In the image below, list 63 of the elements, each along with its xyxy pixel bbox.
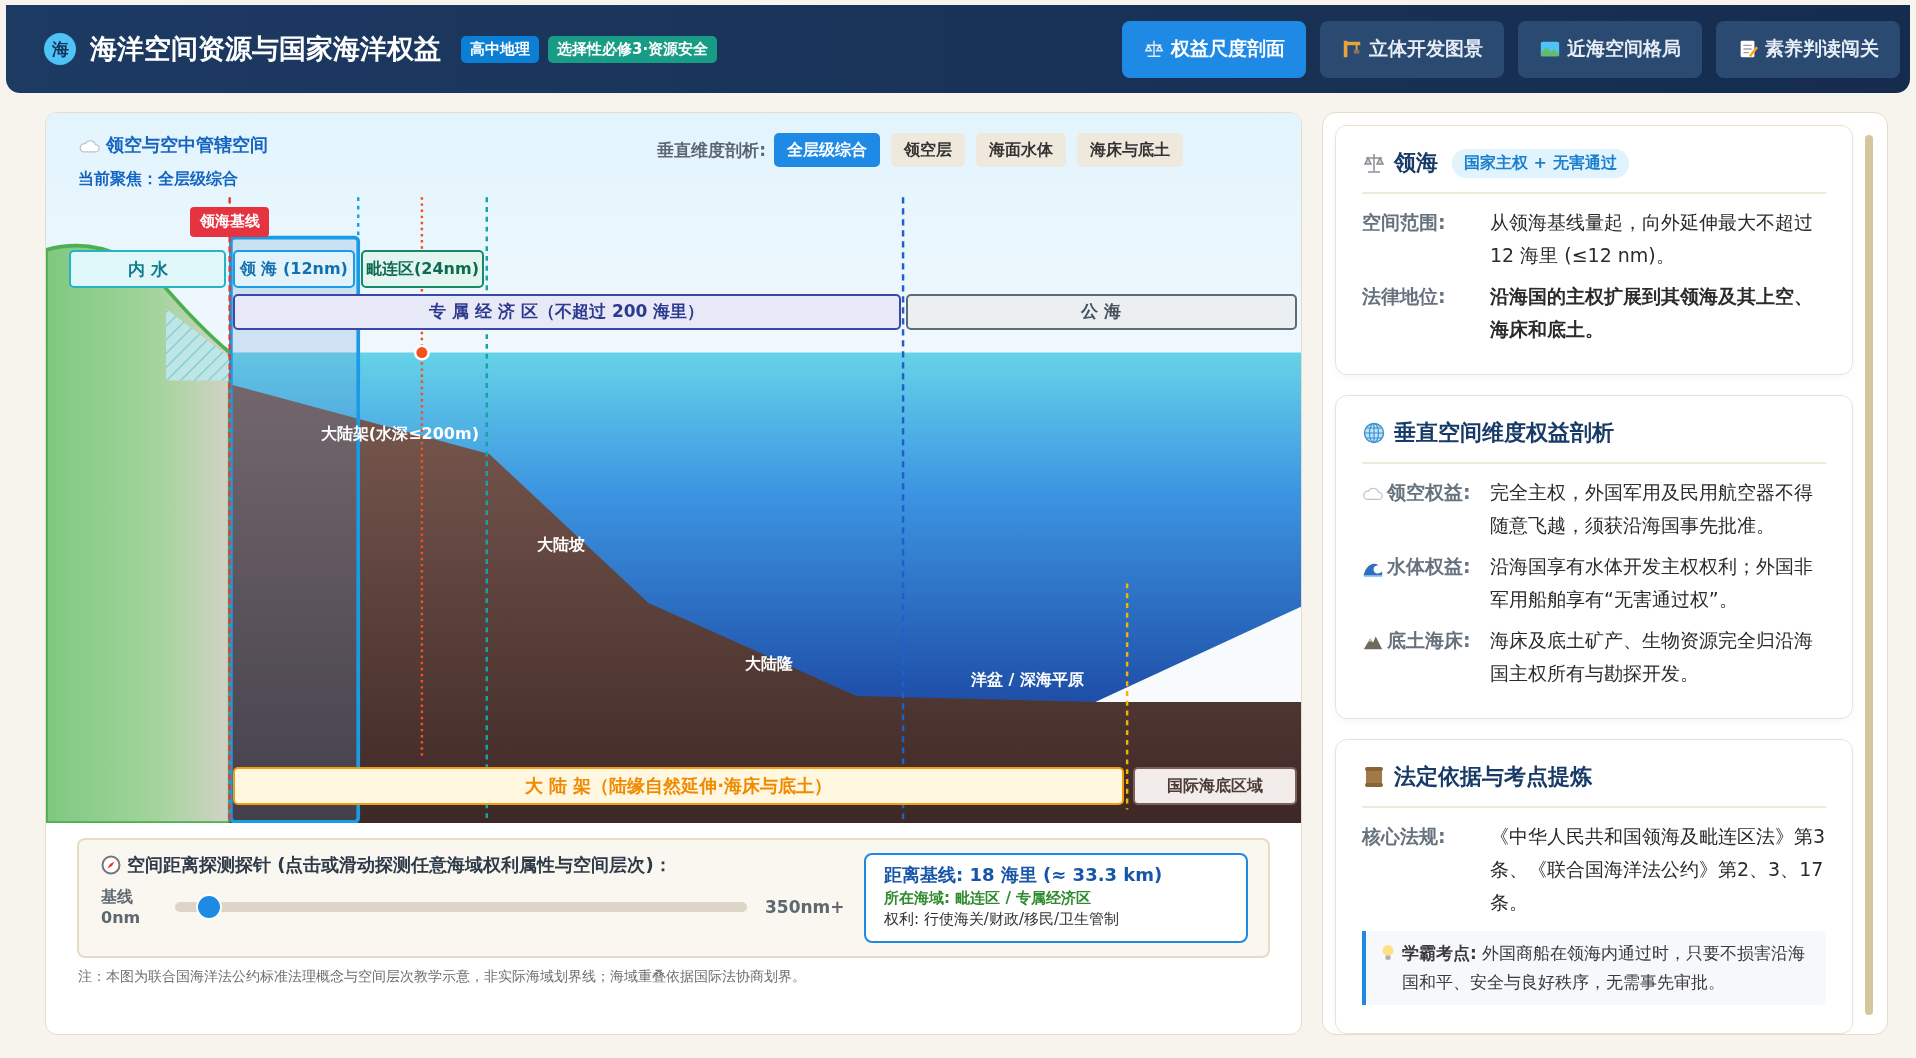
- seabed-zone-label: 大 陆 架（陆缘自然延伸·海床与底土）: [233, 766, 1125, 806]
- field-value: 《中华人民共和国领海及毗连区法》第3条、《联合国海洋法公约》第2、3、17条。: [1490, 824, 1826, 915]
- layer-button[interactable]: 全层级综合: [774, 133, 880, 167]
- probe-marker: [413, 344, 430, 361]
- scrollbar[interactable]: [1865, 135, 1873, 1015]
- scroll-icon: [1362, 765, 1386, 789]
- layer-button[interactable]: 海床与底土: [1077, 133, 1183, 167]
- seabed-label: 洋盆 / 深海平原: [970, 669, 1084, 691]
- diagram-title: 领空与空中管辖空间: [106, 133, 268, 157]
- app-title: 海洋空间资源与国家海洋权益: [90, 32, 441, 66]
- nav-tab[interactable]: 立体开发图景: [1320, 20, 1504, 78]
- zone-label: 内 水: [69, 250, 227, 289]
- nav-tab[interactable]: 权益尺度剖面: [1122, 20, 1306, 78]
- tip-text: 学霸考点: 外国商船在领海内通过时，只要不损害沿海国和平、安全与良好秩序，无需事先审批。: [1402, 942, 1807, 994]
- nav-tab[interactable]: 近海空间格局: [1518, 20, 1702, 78]
- zone-label: 公 海: [905, 294, 1298, 330]
- scales-icon: [1143, 38, 1165, 60]
- baseline-badge: 领海基线: [190, 206, 270, 238]
- rights-readout: 权利: 行使海关/财政/移民/卫生管制: [884, 910, 1120, 929]
- zone-label: 毗连区(24nm): [361, 250, 484, 289]
- field-label: 法律地位:: [1362, 284, 1446, 309]
- min-label: 基线: [101, 887, 134, 908]
- layer-label: 垂直维度剖析:: [657, 139, 766, 162]
- field-value: 沿海国的主权扩展到其领海及其上空、海床和底土。: [1490, 284, 1814, 342]
- zone-label: 领 海 (12nm): [233, 250, 355, 289]
- distance-slider[interactable]: [175, 893, 747, 921]
- scales-icon: [1362, 151, 1386, 175]
- zone-label: 专 属 经 济 区（不超过 200 海里）: [233, 294, 901, 330]
- probe-title: 空间距离探测探针 (点击或滑动探测任意海域权利属性与空间层次)：: [127, 853, 672, 877]
- nav-tab[interactable]: 素养判读闯关: [1716, 20, 1900, 78]
- cloud-icon: [78, 137, 100, 153]
- layer-button[interactable]: 海面水体: [976, 133, 1066, 167]
- field-value: 海床及底土矿产、生物资源完全归沿海国主权所有与勘探开发。: [1490, 628, 1814, 686]
- field-value: 沿海国享有水体开发主权权利；外国非军用船舶享有“无害通过权”。: [1490, 554, 1814, 612]
- field-label: 水体权益:: [1387, 554, 1471, 579]
- footnote: 注：本图为联合国海洋法公约标准法理概念与空间层次教学示意，非实际海域划界线；海域重叠依据国际法协商划界。: [78, 968, 807, 986]
- field-value: 完全主权，外国军用及民用航空器不得随意飞越，须获沿海国事先批准。: [1490, 480, 1814, 538]
- crane-icon: [1341, 38, 1363, 60]
- boundary-line: [357, 197, 360, 238]
- field-label: 空间范围:: [1362, 210, 1446, 235]
- layer-button[interactable]: 领空层: [891, 133, 965, 167]
- zone-readout: 所在海域: 毗连区 / 专属经济区: [884, 889, 1093, 908]
- card-title: 法定依据与考点提炼: [1394, 763, 1592, 791]
- field-label: 底土海床:: [1387, 628, 1471, 653]
- seabed-label: 大陆隆: [744, 653, 793, 675]
- seabed-label: 大陆坡: [536, 534, 585, 556]
- status-tag: 国家主权 + 无害通过: [1452, 148, 1629, 178]
- course-tag: 高中地理: [461, 35, 539, 63]
- focus-label: 当前聚焦：全层级综合: [78, 169, 239, 190]
- distance-readout: 距离基线: 18 海里 (≈ 33.3 km): [884, 863, 1164, 887]
- field-label: 核心法规:: [1362, 824, 1446, 849]
- seabed-zone-label: 国际海底区域: [1132, 766, 1298, 806]
- field-label: 领空权益:: [1387, 480, 1471, 505]
- card-title: 领海: [1394, 149, 1438, 177]
- min-value: 0nm: [101, 908, 142, 927]
- slider-thumb[interactable]: [196, 894, 223, 920]
- max-label: 350nm+: [765, 897, 845, 917]
- card-title: 垂直空间维度权益剖析: [1394, 419, 1614, 447]
- course-tag: 选择性必修3·资源安全: [548, 35, 718, 63]
- compass-icon: [101, 855, 121, 875]
- globe-icon: [1362, 421, 1386, 445]
- logo-badge: 海: [44, 33, 76, 65]
- field-value: 从领海基线量起，向外延伸最大不超过 12 海里 (≤12 nm)。: [1490, 210, 1814, 268]
